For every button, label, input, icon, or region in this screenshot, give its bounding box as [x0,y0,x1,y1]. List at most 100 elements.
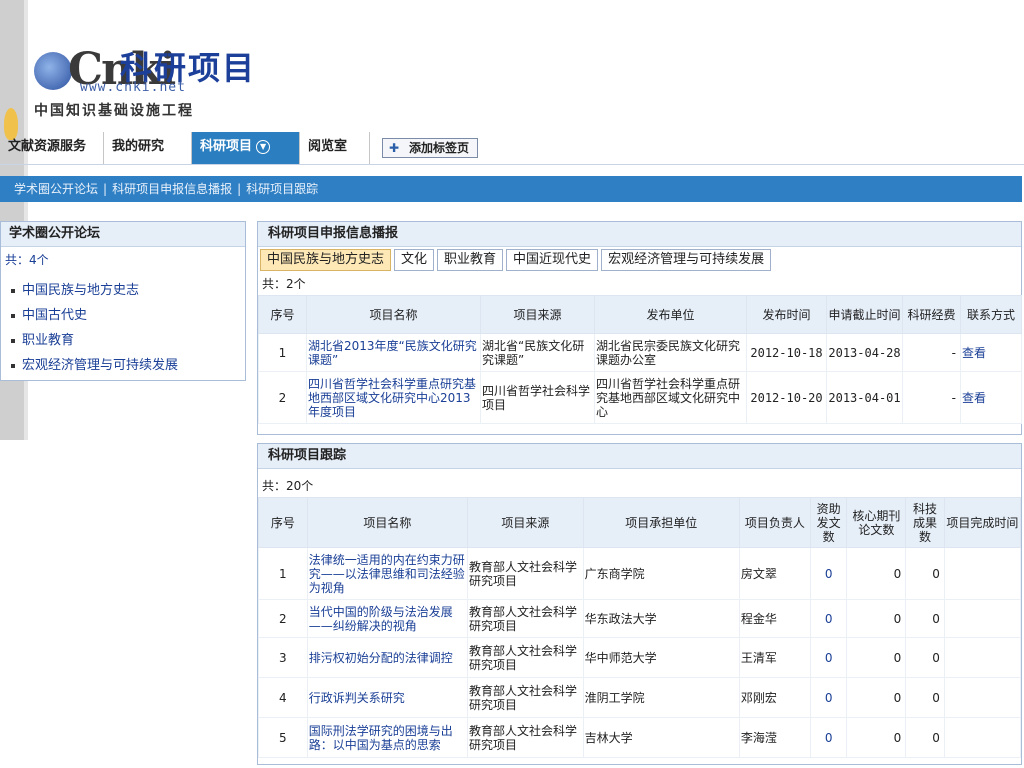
bullet-icon [11,363,15,368]
finish-time [943,677,1022,718]
column-header: 申请截止时间 [826,295,903,334]
column-header: 联系方式 [960,295,1022,334]
column-header: 科技成果数 [905,497,945,548]
table-row: 4 行政诉判关系研究 教育部人文社会科学研究项目 淮阴工学院 邓刚宏 0 0 0 [258,677,1022,718]
funded-papers-link[interactable]: 0 [809,717,848,758]
column-header: 项目完成时间 [943,497,1022,548]
tab-research-projects-label: 科研项目 [200,139,253,154]
forum-item-label[interactable]: 宏观经济管理与可持续发展 [22,358,178,373]
project-source: 教育部人文社会科学研究项目 [467,637,584,678]
column-header: 发布时间 [746,295,827,334]
project-source: 教育部人文社会科学研究项目 [467,677,584,718]
subnav-link-broadcast[interactable]: 科研项目申报信息播报 [112,182,232,196]
project-leader: 王清军 [738,637,811,678]
category-tab[interactable]: 宏观经济管理与可持续发展 [601,249,772,271]
column-header: 发布单位 [594,295,747,334]
forum-item[interactable]: 中国民族与地方史志 [11,278,245,303]
publish-date: 2012-10-18 [746,333,827,372]
broadcast-count: 共：2个 [262,277,306,291]
table-row: 1 湖北省2013年度“民族文化研究课题” 湖北省“民族文化研究课题” 湖北省民… [258,333,1022,372]
forum-count: 共：4个 [5,253,49,267]
forum-item[interactable]: 中国古代史 [11,303,245,328]
main-tab-bar: 文献资源服务 我的研究 科研项目 ▼ 阅览室 ✚ 添加标签页 [0,132,1024,165]
finish-time [943,547,1022,600]
tracking-count: 共：20个 [262,479,314,493]
core-papers: 0 [846,717,907,758]
table-header-row: 序号 项目名称 项目来源 发布单位 发布时间 申请截止时间 科研经费 联系方式 [258,295,1022,334]
cnki-logo[interactable]: Cnki 科研项目 www.cnki.net 中国知识基础设施工程 [34,44,264,122]
tab-my-research[interactable]: 我的研究 [104,132,192,164]
subnav-separator: | [237,182,242,196]
funded-papers-link[interactable]: 0 [809,599,848,638]
publish-date: 2012-10-20 [746,371,827,424]
finish-time [943,717,1022,758]
project-source: 教育部人文社会科学研究项目 [467,599,584,638]
project-name-link[interactable]: 行政诉判关系研究 [306,677,469,718]
table-row: 3 排污权初始分配的法律调控 教育部人文社会科学研究项目 华中师范大学 王清军 … [258,637,1022,678]
logo-tagline: 中国知识基础设施工程 [34,103,194,119]
achievements: 0 [905,677,945,718]
tab-reading-room[interactable]: 阅览室 [300,132,370,164]
forum-item-label[interactable]: 中国古代史 [22,308,87,323]
column-header: 核心期刊论文数 [846,497,907,548]
forum-item[interactable]: 宏观经济管理与可持续发展 [11,353,245,378]
column-header: 项目名称 [306,295,481,334]
forum-item-label[interactable]: 中国民族与地方史志 [22,283,139,298]
host-unit: 淮阴工学院 [582,677,740,718]
forum-list: 中国民族与地方史志 中国古代史 职业教育 宏观经济管理与可持续发展 [1,278,245,378]
broadcast-category-tabs: 中国民族与地方史志 文化 职业教育 中国近现代史 宏观经济管理与可持续发展 [258,247,1021,273]
row-number: 1 [258,547,308,600]
project-source: 湖北省“民族文化研究课题” [480,333,595,372]
column-header: 资助发文数 [809,497,848,548]
category-tab[interactable]: 文化 [394,249,435,271]
project-name-link[interactable]: 排污权初始分配的法律调控 [306,637,469,678]
globe-icon [34,52,72,90]
core-papers: 0 [846,637,907,678]
row-number: 1 [258,333,307,372]
project-name-link[interactable]: 国际刑法学研究的困境与出路：以中国为基点的思索 [306,717,469,758]
project-name-link[interactable]: 四川省哲学社会科学重点研究基地西部区域文化研究中心2013年度项目 [306,371,481,424]
tab-literature-services[interactable]: 文献资源服务 [0,132,104,164]
column-header: 项目名称 [306,497,469,548]
funded-papers-link[interactable]: 0 [809,637,848,678]
finish-time [943,637,1022,678]
host-unit: 广东商学院 [582,547,740,600]
project-leader: 邓刚宏 [738,677,811,718]
funding: - [902,333,961,372]
tracking-table: 序号 项目名称 项目来源 项目承担单位 项目负责人 资助发文数 核心期刊论文数 … [258,497,1022,758]
subnav-link-tracking[interactable]: 科研项目跟踪 [246,182,318,196]
funded-papers-link[interactable]: 0 [809,547,848,600]
achievements: 0 [905,637,945,678]
deadline-date: 2013-04-28 [826,333,903,372]
forum-item-label[interactable]: 职业教育 [22,333,74,348]
add-tab-button[interactable]: ✚ 添加标签页 [382,138,479,158]
tab-research-projects[interactable]: 科研项目 ▼ [192,132,300,164]
project-name-link[interactable]: 湖北省2013年度“民族文化研究课题” [306,333,481,372]
add-icon: ✚ [388,141,400,155]
project-name-link[interactable]: 法律统一适用的内在约束力研究——以法律思维和司法经验为视角 [306,547,469,600]
column-header: 项目来源 [467,497,584,548]
table-row: 2 四川省哲学社会科学重点研究基地西部区域文化研究中心2013年度项目 四川省哲… [258,371,1022,424]
category-tab[interactable]: 职业教育 [437,249,504,271]
project-source: 教育部人文社会科学研究项目 [467,717,584,758]
contact-view-link[interactable]: 查看 [960,333,1022,372]
publisher: 四川省哲学社会科学重点研究基地西部区域文化研究中心 [594,371,747,424]
funded-papers-link[interactable]: 0 [809,677,848,718]
row-number: 2 [258,371,307,424]
contact-view-link[interactable]: 查看 [960,371,1022,424]
core-papers: 0 [846,547,907,600]
broadcast-panel-title: 科研项目申报信息播报 [258,222,1021,247]
achievements: 0 [905,717,945,758]
forum-item[interactable]: 职业教育 [11,328,245,353]
chevron-down-icon[interactable]: ▼ [256,139,271,154]
project-source: 教育部人文社会科学研究项目 [467,547,584,600]
forum-panel: 学术圈公开论坛 共：4个 中国民族与地方史志 中国古代史 职业教育 宏观经济管理… [0,221,246,381]
category-tab[interactable]: 中国民族与地方史志 [260,249,392,271]
project-name-link[interactable]: 当代中国的阶级与法治发展——纠纷解决的视角 [306,599,469,638]
table-row: 1 法律统一适用的内在约束力研究——以法律思维和司法经验为视角 教育部人文社会科… [258,547,1022,600]
column-header: 序号 [258,295,307,334]
column-header: 科研经费 [902,295,961,334]
core-papers: 0 [846,599,907,638]
subnav-link-forum[interactable]: 学术圈公开论坛 [14,182,98,196]
category-tab[interactable]: 中国近现代史 [506,249,599,271]
